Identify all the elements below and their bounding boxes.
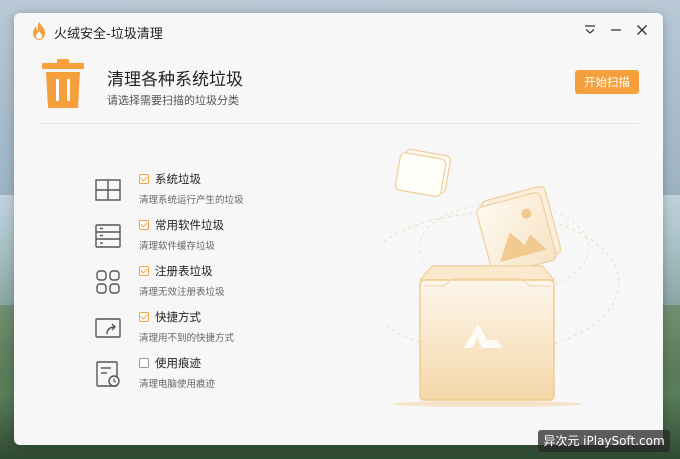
category-title: 注册表垃圾 xyxy=(155,264,213,278)
category-desc: 清理系统运行产生的垃圾 xyxy=(139,195,244,206)
category-system-junk[interactable]: 系统垃圾 清理系统运行产生的垃圾 xyxy=(94,172,314,215)
category-checkbox[interactable] xyxy=(139,358,149,368)
category-title: 系统垃圾 xyxy=(155,172,201,186)
windows-icon xyxy=(95,179,121,201)
header-title: 清理各种系统垃圾 xyxy=(107,70,243,90)
category-checkbox[interactable] xyxy=(139,174,149,184)
category-desc: 清理电脑使用痕迹 xyxy=(139,379,216,390)
category-checkbox[interactable] xyxy=(139,220,149,230)
category-desc: 清理用不到的快捷方式 xyxy=(139,333,235,344)
category-desc: 清理无效注册表垃圾 xyxy=(139,287,225,298)
shortcut-icon xyxy=(95,318,121,338)
category-title: 快捷方式 xyxy=(155,310,201,324)
trash-can-icon xyxy=(42,59,84,108)
minimize-icon xyxy=(611,29,621,31)
category-shortcuts[interactable]: 快捷方式 清理用不到的快捷方式 xyxy=(94,310,314,353)
start-scan-button[interactable]: 开始扫描 xyxy=(575,70,639,94)
menu-button[interactable] xyxy=(582,22,598,38)
app-window: 火绒安全-垃圾清理 清理各种系统垃圾 请选择需要扫描的垃圾分类 开始扫描 系统垃… xyxy=(14,13,663,445)
menu-icon xyxy=(585,25,595,34)
category-usage-traces[interactable]: 使用痕迹 清理电脑使用痕迹 xyxy=(94,356,314,399)
category-checkbox[interactable] xyxy=(139,266,149,276)
title-bar[interactable]: 火绒安全-垃圾清理 xyxy=(14,13,663,49)
history-icon xyxy=(96,361,120,387)
cleanup-illustration xyxy=(384,148,620,407)
software-icon xyxy=(95,224,121,248)
header-divider xyxy=(38,123,638,124)
category-title: 使用痕迹 xyxy=(155,356,201,370)
category-registry-junk[interactable]: 注册表垃圾 清理无效注册表垃圾 xyxy=(94,264,314,307)
category-software-junk[interactable]: 常用软件垃圾 清理软件缓存垃圾 xyxy=(94,218,314,261)
window-title: 火绒安全-垃圾清理 xyxy=(54,27,163,42)
close-icon xyxy=(637,25,647,35)
header-subtitle: 请选择需要扫描的垃圾分类 xyxy=(107,94,239,107)
category-desc: 清理软件缓存垃圾 xyxy=(139,241,216,252)
huorong-logo-icon xyxy=(33,22,45,40)
close-button[interactable] xyxy=(634,22,650,38)
category-title: 常用软件垃圾 xyxy=(155,218,224,232)
registry-icon xyxy=(96,270,120,294)
site-watermark: 异次元 iPlaySoft.com xyxy=(538,430,670,452)
category-checkbox[interactable] xyxy=(139,312,149,322)
minimize-button[interactable] xyxy=(608,22,624,38)
